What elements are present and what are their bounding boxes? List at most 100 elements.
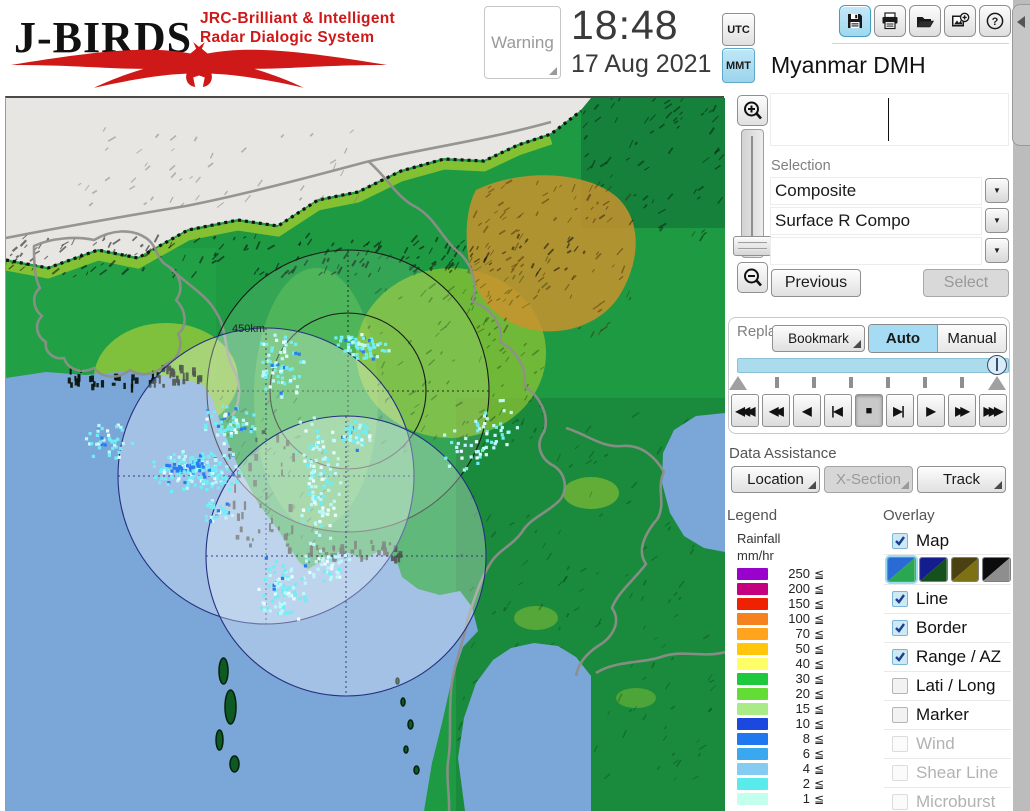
legend-swatch [737, 687, 768, 700]
step-forward-button[interactable]: ▶| [886, 394, 914, 427]
slider-tick-6 [960, 377, 964, 388]
map-checkbox[interactable] [892, 533, 908, 549]
marker-checkbox[interactable] [892, 707, 908, 723]
track-button[interactable]: Track [917, 466, 1006, 493]
legend-swatch [737, 717, 768, 730]
legend-value: 10 [795, 716, 810, 731]
shear-line-checkbox [892, 765, 908, 781]
check-icon [895, 623, 905, 633]
legend-swatch [737, 732, 768, 745]
line-checkbox[interactable] [892, 591, 908, 607]
map-style-olive-button[interactable] [950, 557, 980, 582]
legend-swatch [737, 612, 768, 625]
dropdown-arrow-button-2[interactable]: ▼ [985, 208, 1009, 233]
fast-rewind-button[interactable]: ◀◀ [762, 394, 790, 427]
select-button[interactable]: Select [923, 269, 1009, 297]
map-zoom-out-button[interactable] [737, 262, 768, 293]
step-back-icon: |◀ [831, 403, 843, 418]
overlay-label: Overlay [883, 507, 935, 524]
stop-button[interactable]: ■ [855, 394, 883, 427]
add-image-button[interactable] [944, 5, 976, 37]
dropdown-value-3[interactable] [770, 237, 982, 265]
fast-forward-button[interactable]: ▶▶ [948, 394, 976, 427]
warning-button[interactable]: Warning [484, 6, 561, 79]
print-button[interactable] [874, 5, 906, 37]
overlay-row-microburst: Microburst [884, 787, 1011, 811]
island [229, 755, 240, 773]
map-zoom-slider-handle[interactable] [733, 236, 772, 256]
replay-progress-handle[interactable] [987, 355, 1007, 375]
jump-to-end-icon: ▶▶▶ [983, 403, 1004, 418]
jump-to-start-icon: ◀◀◀ [735, 403, 756, 418]
slider-tick-1 [775, 377, 779, 388]
magnifier-minus-icon [743, 268, 762, 286]
island [403, 745, 409, 754]
dropdown-value-1[interactable]: Composite [770, 177, 982, 205]
legend-swatch [737, 657, 768, 670]
replay-progress-track[interactable] [737, 358, 1009, 373]
manual-label: Manual [947, 330, 997, 347]
legend-row: 15 ≦ [737, 701, 824, 716]
legend-title-1: Rainfall [737, 531, 781, 546]
slider-tick-5 [923, 377, 927, 388]
jump-to-start-button[interactable]: ◀◀◀ [731, 394, 759, 427]
open-folder-button[interactable] [909, 5, 941, 37]
legend-row: 200 ≦ [737, 581, 824, 596]
check-icon [895, 594, 905, 604]
range-start-marker[interactable] [729, 376, 747, 390]
legend-row: 30 ≦ [737, 671, 824, 686]
radar-map[interactable]: 450km [5, 96, 725, 811]
overlay-row-shear-line: Shear Line [884, 758, 1011, 787]
legend-row: 2 ≦ [737, 776, 824, 791]
legend-row: 250 ≦ [737, 566, 824, 581]
range-end-marker[interactable] [988, 376, 1006, 390]
legend-value: 1 [802, 791, 810, 806]
step-back-button[interactable]: |◀ [824, 394, 852, 427]
toolbar: ? [839, 5, 1011, 37]
map-style-navy-darkgreen-button[interactable] [918, 557, 948, 582]
overlay-list: Map Line Border Range / AZ Lati / Long Marker… [884, 528, 1011, 811]
lati-long-checkbox[interactable] [892, 678, 908, 694]
legend-value: 8 [802, 731, 810, 746]
station-title: Myanmar DMH [771, 52, 926, 78]
dropdown-arrow-button-1[interactable]: ▼ [985, 178, 1009, 203]
dropdown-arrow-button-3[interactable]: ▼ [985, 238, 1009, 263]
less-equal-icon: ≦ [814, 671, 825, 686]
timezone-utc-button[interactable]: UTC [722, 13, 755, 46]
bookmark-button[interactable]: Bookmark [772, 325, 865, 352]
timezone-mmt-button[interactable]: MMT [722, 48, 755, 83]
microburst-label: Microburst [916, 792, 996, 811]
play-reverse-button[interactable]: ◀ [793, 394, 821, 427]
message-box[interactable] [770, 93, 1009, 146]
map-style-blue-green-button[interactable] [887, 557, 916, 582]
map-style-black-gray-button[interactable] [982, 557, 1011, 582]
jump-to-end-button[interactable]: ▶▶▶ [979, 394, 1007, 427]
previous-button[interactable]: Previous [771, 269, 861, 297]
svg-text:?: ? [992, 16, 999, 28]
island [407, 719, 414, 730]
legend-value: 40 [795, 656, 810, 671]
location-button[interactable]: Location [731, 466, 820, 493]
step-forward-icon: ▶| [893, 403, 905, 418]
x-section-button[interactable]: X-Section [824, 466, 913, 493]
save-button[interactable] [839, 5, 871, 37]
legend-swatch [737, 627, 768, 640]
help-icon: ? [986, 12, 1004, 30]
overlay-row-line: Line [884, 584, 1011, 613]
manual-mode-button[interactable]: Manual [937, 325, 1006, 352]
map-zoom-in-button[interactable] [737, 95, 768, 126]
legend-row: 40 ≦ [737, 656, 824, 671]
marker-label: Marker [916, 705, 969, 724]
dropdown-value-2[interactable]: Surface R Compo [770, 207, 982, 235]
auto-mode-button[interactable]: Auto [869, 325, 937, 352]
range-az-checkbox[interactable] [892, 649, 908, 665]
selection-label: Selection [771, 158, 831, 174]
range-az-label: Range / AZ [916, 647, 1002, 666]
border-checkbox[interactable] [892, 620, 908, 636]
assist-button-label: Track [943, 471, 980, 488]
help-button[interactable]: ? [979, 5, 1011, 37]
legend-row: 6 ≦ [737, 746, 824, 761]
play-button[interactable]: ▶ [917, 394, 945, 427]
wind-checkbox [892, 736, 908, 752]
header: J-BIRDS JRC-Brilliant & Intelligent Rada… [0, 0, 1030, 96]
